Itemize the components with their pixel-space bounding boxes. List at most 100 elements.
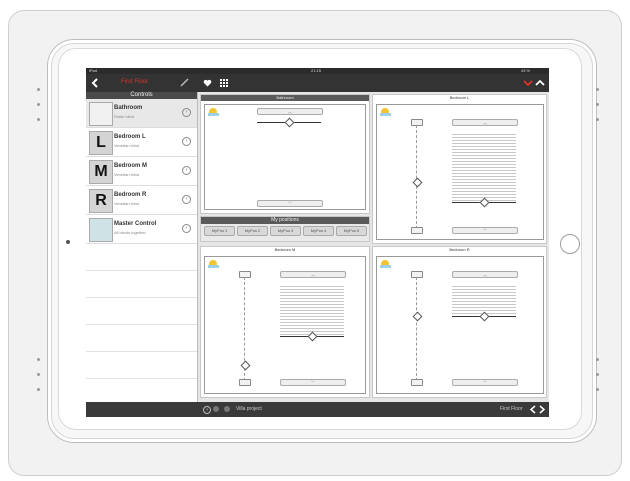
panel-title: Bathroom — [201, 95, 369, 101]
blind-control[interactable]: ︿ ﹀ — [204, 104, 366, 210]
screw-dot — [596, 388, 599, 391]
chevron-up-icon[interactable] — [535, 79, 545, 87]
heart-icon[interactable] — [203, 79, 212, 87]
status-dot-icon — [224, 406, 230, 412]
list-item — [86, 244, 197, 271]
screw-dot — [37, 88, 40, 91]
blind-up-button[interactable]: ︿ — [280, 271, 346, 278]
thumbnail: L — [89, 131, 113, 155]
blind-down-button[interactable]: ﹀ — [280, 379, 346, 386]
tilt-handle[interactable] — [412, 311, 423, 322]
sidebar-item-subtitle: All blinds together — [114, 230, 146, 235]
sidebar-item-bedroom-m[interactable]: M Bedroom M Venetian blind › — [86, 157, 197, 186]
mypos-2-button[interactable]: MyPos 2 — [237, 226, 268, 236]
screw-dot — [37, 103, 40, 106]
sidebar-item-bedroom-r[interactable]: R Bedroom R Venetian blind › — [86, 186, 197, 215]
sidebar-item-bedroom-l[interactable]: L Bedroom L Venetian blind › — [86, 128, 197, 157]
sun-icon — [380, 108, 391, 116]
list-item — [86, 325, 197, 352]
blind-position-handle[interactable] — [284, 117, 295, 128]
floor-name: First Floor — [500, 406, 523, 412]
blind-control[interactable]: ︿ ﹀ — [376, 256, 544, 394]
bedroom-m-panel: Bedroom M ︿ ﹀ — [200, 246, 370, 398]
chevron-right-icon[interactable]: › — [182, 224, 191, 233]
mypos-4-button[interactable]: MyPos 4 — [303, 226, 334, 236]
grid-icon[interactable] — [220, 79, 228, 87]
tilt-handle[interactable] — [412, 177, 423, 188]
screw-dot — [37, 373, 40, 376]
sidebar-item-subtitle: Venetian blind — [114, 201, 140, 206]
list-item — [86, 298, 197, 325]
pencil-icon[interactable] — [180, 78, 189, 87]
thumbnail: R — [89, 189, 113, 213]
bottom-bar: ? Villa project First Floor — [86, 402, 549, 417]
sidebar-item-bathroom[interactable]: Bathroom Roller blind › — [86, 99, 197, 128]
chevron-right-icon[interactable]: › — [182, 137, 191, 146]
chevron-right-icon[interactable]: › — [182, 108, 191, 117]
main-area: Bathroom ︿ ﹀ My positions MyPos 1 MyPos … — [198, 92, 549, 402]
panel-title: Bedroom L — [449, 95, 470, 100]
screw-dot — [596, 88, 599, 91]
chevron-right-icon[interactable]: › — [182, 195, 191, 204]
help-icon[interactable]: ? — [203, 406, 211, 414]
thumbnail — [89, 218, 113, 242]
slats — [452, 132, 516, 202]
sidebar: Controls Bathroom Roller blind › L Bedro… — [86, 92, 198, 402]
sidebar-item-master-control[interactable]: Master Control All blinds together › — [86, 215, 197, 244]
chevron-left-icon[interactable] — [91, 78, 99, 88]
mypos-3-button[interactable]: MyPos 3 — [270, 226, 301, 236]
list-item — [86, 271, 197, 298]
blind-control[interactable]: ︿ ﹀ — [376, 104, 544, 240]
sidebar-item-name: Master Control — [114, 221, 157, 227]
sun-icon — [208, 108, 219, 116]
blind-control[interactable]: ︿ ﹀ — [204, 256, 366, 394]
screw-dot — [596, 103, 599, 106]
screw-dot — [596, 118, 599, 121]
sidebar-item-name: Bedroom L — [114, 134, 146, 140]
sun-icon — [208, 260, 219, 268]
tilt-bottom-handle[interactable] — [239, 379, 251, 386]
tilt-bottom-handle[interactable] — [411, 379, 423, 386]
ipad-screen: iPad 21:15 43 % First Floor Controls Bat… — [86, 68, 549, 417]
screw-dot — [37, 118, 40, 121]
my-positions-panel: My positions MyPos 1 MyPos 2 MyPos 3 MyP… — [200, 216, 370, 242]
blind-up-button[interactable]: ︿ — [452, 119, 518, 126]
blind-down-button[interactable]: ﹀ — [257, 200, 323, 207]
sidebar-item-subtitle: Venetian blind — [114, 143, 140, 148]
tilt-handle[interactable] — [240, 360, 251, 371]
bathroom-panel: Bathroom ︿ ﹀ — [200, 94, 370, 214]
bedroom-r-panel: Bedroom R ︿ ﹀ — [372, 246, 547, 398]
tilt-bottom-handle[interactable] — [411, 227, 423, 234]
status-dot-icon — [213, 406, 219, 412]
panel-title: Bedroom R — [449, 247, 470, 252]
screw-dot — [596, 358, 599, 361]
slats — [280, 284, 344, 336]
thumbnail — [89, 102, 113, 126]
project-name: Villa project — [236, 406, 262, 412]
home-button[interactable] — [560, 234, 580, 254]
chevron-left-icon[interactable] — [529, 405, 537, 414]
blind-down-button[interactable]: ﹀ — [452, 227, 518, 234]
screw-dot — [37, 358, 40, 361]
blind-up-button[interactable]: ︿ — [257, 108, 323, 115]
bedroom-l-panel: Bedroom L ︿ ﹀ — [372, 94, 547, 244]
list-item — [86, 352, 197, 379]
chevron-right-icon[interactable] — [538, 405, 546, 414]
sidebar-item-subtitle: Roller blind — [114, 114, 135, 119]
my-positions-title: My positions — [201, 217, 369, 224]
sidebar-item-name: Bathroom — [114, 105, 143, 111]
tilt-top-handle[interactable] — [411, 271, 423, 278]
mypos-5-button[interactable]: MyPos 5 — [336, 226, 367, 236]
chevron-right-icon[interactable]: › — [182, 166, 191, 175]
sidebar-item-name: Bedroom M — [114, 163, 147, 169]
tilt-top-handle[interactable] — [239, 271, 251, 278]
screw-dot — [37, 388, 40, 391]
chevron-down-icon[interactable] — [523, 79, 533, 87]
tilt-top-handle[interactable] — [411, 119, 423, 126]
tilt-track — [416, 277, 417, 381]
blind-down-button[interactable]: ﹀ — [452, 379, 518, 386]
camera-icon — [66, 240, 70, 244]
thumbnail: M — [89, 160, 113, 184]
blind-up-button[interactable]: ︿ — [452, 271, 518, 278]
mypos-1-button[interactable]: MyPos 1 — [204, 226, 235, 236]
